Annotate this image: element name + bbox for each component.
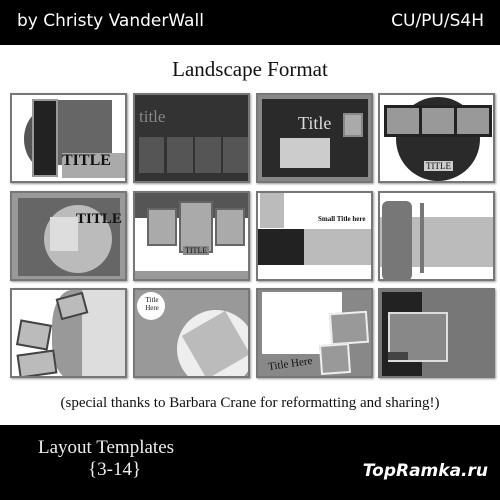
template-thumbnail-4[interactable]: TITLE — [378, 93, 495, 183]
license-label: CU/PU/S4H — [391, 11, 484, 31]
thumbnail-title: TITLE — [62, 152, 111, 169]
template-thumbnail-9[interactable] — [10, 288, 127, 378]
product-range: {3-14} — [88, 459, 142, 480]
page-title: Landscape Format — [172, 57, 328, 81]
thumbnail-title: title — [139, 107, 166, 126]
thumbnail-title: Small Title here — [318, 215, 366, 223]
template-thumbnail-6[interactable]: TITLE — [133, 191, 250, 281]
credits-caption: (special thanks to Barbara Crane for ref… — [60, 395, 440, 411]
product-name: Layout Templates — [38, 437, 175, 458]
template-thumbnail-5[interactable]: TITLE — [10, 191, 127, 281]
template-thumbnail-12[interactable] — [378, 288, 495, 378]
template-thumbnail-1[interactable]: TITLE — [10, 93, 127, 183]
template-thumbnail-3[interactable]: Title — [256, 93, 373, 183]
template-thumbnail-2[interactable]: title — [133, 93, 250, 183]
thumbnail-title: Title — [298, 113, 332, 133]
author-label: by Christy VanderWall — [17, 11, 204, 31]
thumbnail-title: TITLE — [76, 211, 122, 227]
header-bar: by Christy VanderWall CU/PU/S4H — [0, 0, 500, 45]
template-thumbnail-8[interactable] — [378, 191, 495, 281]
template-thumbnail-10[interactable]: Title Here — [133, 288, 250, 378]
watermark-logo: TopRamka.ru — [362, 461, 488, 481]
thumbnail-title: TITLE — [424, 161, 453, 171]
template-thumbnail-7[interactable]: Small Title here — [256, 191, 373, 281]
thumbnail-title: TITLE — [183, 246, 210, 255]
thumbnail-title: Title Here — [267, 354, 314, 374]
template-thumbnail-11[interactable]: Title Here — [256, 288, 373, 378]
thumbnail-title: Title Here — [145, 296, 159, 312]
